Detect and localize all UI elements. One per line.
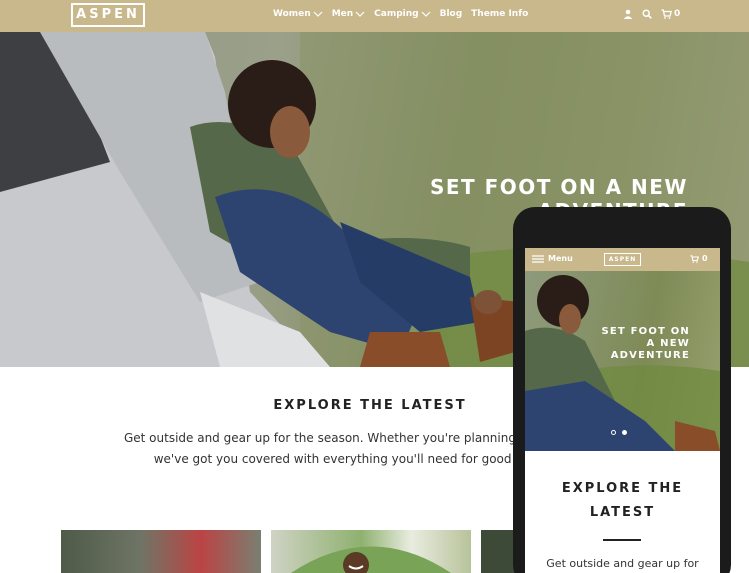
mobile-screen: Menu ASPEN 0 SET FOOT ON A NEW ADVENTURE [525, 248, 720, 573]
hamburger-icon [532, 254, 544, 263]
search-icon [642, 9, 652, 19]
product-thumbnail[interactable] [271, 530, 471, 573]
nav-item-blog[interactable]: Blog [440, 9, 463, 19]
hero-title-line: ADVENTURE [610, 350, 690, 361]
cart-count: 0 [702, 254, 708, 263]
site-logo[interactable]: ASPEN [71, 3, 145, 27]
nav-label: Blog [439, 9, 463, 19]
mobile-logo[interactable]: ASPEN [604, 253, 641, 266]
search-button[interactable] [642, 9, 652, 19]
mobile-hero-title: SET FOOT ON A NEW ADVENTURE [585, 326, 690, 362]
heading-line: LATEST [589, 505, 656, 520]
nav-label: Theme Info [471, 9, 529, 19]
cart-icon [690, 254, 699, 263]
site-header: ASPEN Women Men Camping Blog Theme Info [0, 0, 749, 32]
slide-dot[interactable] [611, 430, 616, 435]
chevron-down-icon [355, 11, 365, 17]
user-icon [623, 9, 633, 19]
hero-title-line: A NEW [646, 338, 690, 349]
account-button[interactable] [623, 9, 633, 19]
cart-count: 0 [674, 9, 681, 19]
mobile-menu-label: Menu [548, 254, 573, 263]
smiling-man-image [291, 546, 451, 573]
hero-title-line: SET FOOT ON A NEW [429, 175, 688, 199]
mobile-hero: SET FOOT ON A NEW ADVENTURE [525, 271, 720, 451]
hero-title-line: SET FOOT ON [601, 326, 690, 337]
mobile-preview-device: Menu ASPEN 0 SET FOOT ON A NEW ADVENTURE [513, 207, 731, 573]
header-actions: 0 [623, 9, 680, 19]
section-heading: EXPLORE THE LATEST [273, 398, 467, 413]
mobile-header: Menu ASPEN 0 [525, 248, 720, 271]
nav-label: Women [273, 9, 311, 19]
cart-icon [661, 9, 672, 19]
nav-item-women[interactable]: Women [273, 9, 323, 19]
nav-item-men[interactable]: Men [332, 9, 365, 19]
nav-label: Men [331, 9, 354, 19]
mobile-section-heading: EXPLORE THE LATEST [535, 477, 710, 525]
mobile-cart-button[interactable]: 0 [690, 254, 708, 263]
main-nav: Women Men Camping Blog Theme Info [273, 9, 528, 19]
chevron-down-icon [313, 11, 323, 17]
mobile-menu-button[interactable]: Menu [532, 254, 573, 263]
mobile-section-description: Get outside and gear up for [546, 557, 699, 570]
cart-button[interactable]: 0 [661, 9, 680, 19]
chevron-down-icon [421, 11, 431, 17]
nav-item-theme-info[interactable]: Theme Info [471, 9, 528, 19]
product-thumbnail[interactable] [61, 530, 261, 573]
nav-label: Camping [374, 9, 419, 19]
slide-dot-active[interactable] [622, 430, 627, 435]
heading-line: EXPLORE THE [561, 481, 684, 496]
heading-divider [603, 539, 641, 541]
nav-item-camping[interactable]: Camping [374, 9, 431, 19]
slideshow-dots [611, 430, 627, 435]
